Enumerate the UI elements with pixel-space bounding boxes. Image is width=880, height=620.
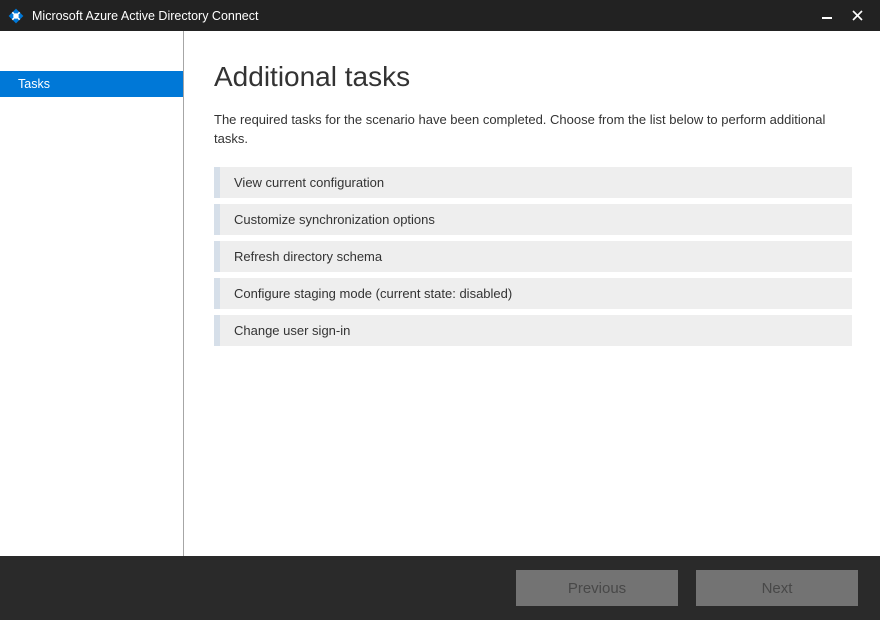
- main-container: Tasks Additional tasks The required task…: [0, 31, 880, 556]
- sidebar: Tasks: [0, 31, 184, 556]
- task-view-current-configuration[interactable]: View current configuration: [214, 167, 852, 198]
- sidebar-item-label: Tasks: [18, 77, 50, 91]
- next-button[interactable]: Next: [696, 570, 858, 606]
- task-label: View current configuration: [234, 175, 384, 190]
- window-controls: [812, 0, 872, 31]
- window-title: Microsoft Azure Active Directory Connect: [32, 9, 812, 23]
- close-button[interactable]: [842, 0, 872, 31]
- content: Additional tasks The required tasks for …: [184, 31, 880, 556]
- page-title: Additional tasks: [214, 61, 852, 93]
- task-list: View current configuration Customize syn…: [214, 167, 852, 346]
- task-customize-synchronization-options[interactable]: Customize synchronization options: [214, 204, 852, 235]
- task-refresh-directory-schema[interactable]: Refresh directory schema: [214, 241, 852, 272]
- task-label: Refresh directory schema: [234, 249, 382, 264]
- task-label: Change user sign-in: [234, 323, 350, 338]
- titlebar: Microsoft Azure Active Directory Connect: [0, 0, 880, 31]
- page-description: The required tasks for the scenario have…: [214, 111, 852, 149]
- previous-button[interactable]: Previous: [516, 570, 678, 606]
- task-label: Customize synchronization options: [234, 212, 435, 227]
- task-configure-staging-mode[interactable]: Configure staging mode (current state: d…: [214, 278, 852, 309]
- task-label: Configure staging mode (current state: d…: [234, 286, 512, 301]
- sidebar-item-tasks[interactable]: Tasks: [0, 71, 183, 97]
- footer: Previous Next: [0, 556, 880, 620]
- minimize-button[interactable]: [812, 0, 842, 31]
- task-change-user-sign-in[interactable]: Change user sign-in: [214, 315, 852, 346]
- app-icon: [8, 8, 24, 24]
